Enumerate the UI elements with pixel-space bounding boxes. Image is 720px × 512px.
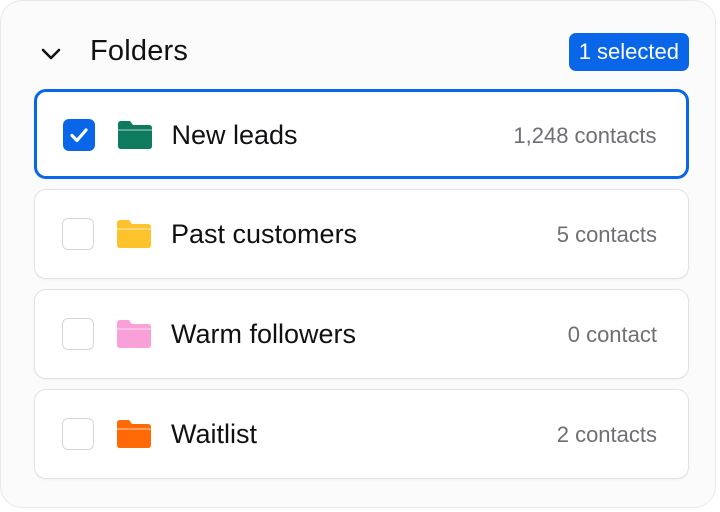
contact-count: 5 contacts xyxy=(556,222,657,247)
folder-icon xyxy=(117,120,152,149)
folder-row-waitlist[interactable]: Waitlist 2 contacts xyxy=(34,389,689,479)
checkbox[interactable] xyxy=(62,418,94,450)
folder-icon xyxy=(117,220,151,248)
folder-name: Waitlist xyxy=(171,419,257,449)
chevron-down-icon[interactable] xyxy=(37,40,65,68)
section-title: Folders xyxy=(90,35,189,67)
checkmark-icon xyxy=(69,127,88,142)
folder-name: Warm followers xyxy=(171,319,357,349)
folder-row-new-leads[interactable]: New leads 1,248 contacts xyxy=(34,89,689,179)
folders-header: Folders 1 selected xyxy=(37,29,689,77)
contact-count: 0 contact xyxy=(567,322,657,347)
selected-count-badge: 1 selected xyxy=(568,33,689,71)
folder-row-warm-followers[interactable]: Warm followers 0 contact xyxy=(34,289,689,379)
folder-row-past-customers[interactable]: Past customers 5 contacts xyxy=(34,189,689,279)
contact-count: 2 contacts xyxy=(556,422,657,447)
checkbox[interactable] xyxy=(62,318,94,350)
folder-icon xyxy=(117,420,151,448)
folder-name: Past customers xyxy=(171,219,358,249)
contact-count: 1,248 contacts xyxy=(513,122,657,148)
folders-panel: Folders 1 selected New leads 1,248 conta… xyxy=(0,0,716,508)
folder-icon xyxy=(117,320,151,348)
checkbox[interactable] xyxy=(62,118,95,151)
checkbox[interactable] xyxy=(62,218,94,250)
folder-name: New leads xyxy=(171,119,298,150)
